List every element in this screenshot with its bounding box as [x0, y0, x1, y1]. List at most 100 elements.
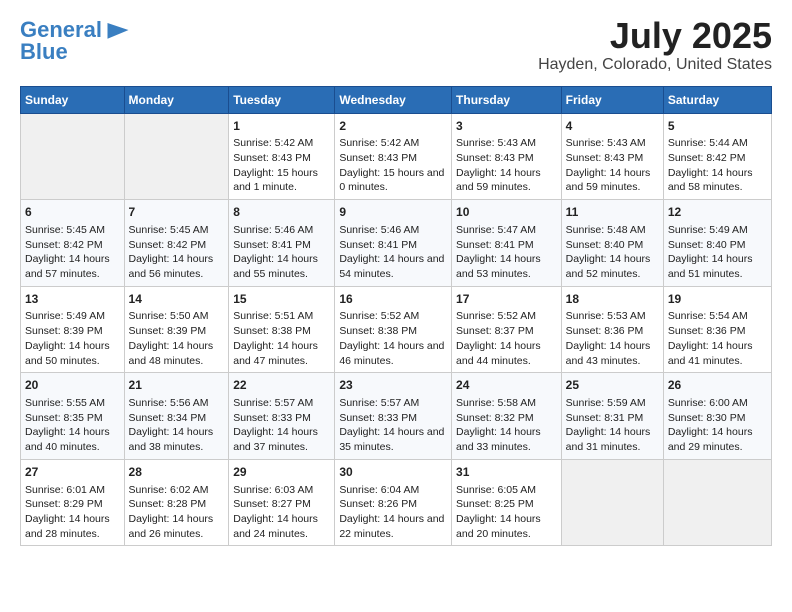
day-info: Sunrise: 5:49 AM Sunset: 8:39 PM Dayligh… [25, 309, 120, 368]
day-cell: 21Sunrise: 5:56 AM Sunset: 8:34 PM Dayli… [124, 373, 229, 460]
day-cell: 13Sunrise: 5:49 AM Sunset: 8:39 PM Dayli… [21, 286, 125, 373]
day-info: Sunrise: 5:47 AM Sunset: 8:41 PM Dayligh… [456, 223, 557, 282]
col-header-saturday: Saturday [663, 86, 771, 113]
day-cell [124, 113, 229, 200]
day-info: Sunrise: 5:55 AM Sunset: 8:35 PM Dayligh… [25, 396, 120, 455]
day-cell: 17Sunrise: 5:52 AM Sunset: 8:37 PM Dayli… [452, 286, 562, 373]
day-number: 7 [129, 204, 225, 221]
day-number: 25 [566, 377, 659, 394]
day-info: Sunrise: 6:01 AM Sunset: 8:29 PM Dayligh… [25, 483, 120, 542]
week-row-1: 1Sunrise: 5:42 AM Sunset: 8:43 PM Daylig… [21, 113, 772, 200]
day-info: Sunrise: 6:00 AM Sunset: 8:30 PM Dayligh… [668, 396, 767, 455]
day-number: 16 [339, 291, 447, 308]
day-info: Sunrise: 5:57 AM Sunset: 8:33 PM Dayligh… [233, 396, 330, 455]
day-number: 17 [456, 291, 557, 308]
logo-icon [104, 16, 132, 44]
calendar-table: SundayMondayTuesdayWednesdayThursdayFrid… [20, 86, 772, 547]
day-cell: 27 Sunrise: 6:01 AM Sunset: 8:29 PM Dayli… [21, 459, 125, 546]
day-info: Sunrise: 5:49 AM Sunset: 8:40 PM Dayligh… [668, 223, 767, 282]
day-cell: 3Sunrise: 5:43 AM Sunset: 8:43 PM Daylig… [452, 113, 562, 200]
day-number: 26 [668, 377, 767, 394]
week-row-5: 27 Sunrise: 6:01 AM Sunset: 8:29 PM Dayli… [21, 459, 772, 546]
day-number: 12 [668, 204, 767, 221]
day-info: Sunrise: 5:44 AM Sunset: 8:42 PM Dayligh… [668, 136, 767, 195]
day-cell: 31 Sunrise: 6:05 AM Sunset: 8:25 PM Dayli… [452, 459, 562, 546]
day-cell: 10 Sunrise: 5:47 AM Sunset: 8:41 PM Dayli… [452, 200, 562, 287]
day-number: 19 [668, 291, 767, 308]
day-info: Sunrise: 5:45 AM Sunset: 8:42 PM Dayligh… [25, 223, 120, 282]
logo-subtext: Blue [20, 40, 68, 64]
day-cell: 15Sunrise: 5:51 AM Sunset: 8:38 PM Dayli… [229, 286, 335, 373]
day-number: 22 [233, 377, 330, 394]
day-cell: 30 Sunrise: 6:04 AM Sunset: 8:26 PM Dayli… [335, 459, 452, 546]
day-number: 24 [456, 377, 557, 394]
page: General Blue July 2025 Hayden, Colorado,… [0, 0, 792, 612]
col-header-friday: Friday [561, 86, 663, 113]
day-cell: 7 Sunrise: 5:45 AM Sunset: 8:42 PM Daylig… [124, 200, 229, 287]
day-number: 14 [129, 291, 225, 308]
day-info: Sunrise: 5:46 AM Sunset: 8:41 PM Dayligh… [339, 223, 447, 282]
day-cell: 5Sunrise: 5:44 AM Sunset: 8:42 PM Daylig… [663, 113, 771, 200]
day-number: 15 [233, 291, 330, 308]
day-cell: 6Sunrise: 5:45 AM Sunset: 8:42 PM Daylig… [21, 200, 125, 287]
day-number: 27 [25, 464, 120, 481]
day-number: 4 [566, 118, 659, 135]
day-info: Sunrise: 5:42 AM Sunset: 8:43 PM Dayligh… [233, 136, 330, 195]
day-cell: 26 Sunrise: 6:00 AM Sunset: 8:30 PM Dayli… [663, 373, 771, 460]
day-number: 21 [129, 377, 225, 394]
day-cell: 16Sunrise: 5:52 AM Sunset: 8:38 PM Dayli… [335, 286, 452, 373]
day-cell: 1Sunrise: 5:42 AM Sunset: 8:43 PM Daylig… [229, 113, 335, 200]
day-cell: 24 Sunrise: 5:58 AM Sunset: 8:32 PM Dayli… [452, 373, 562, 460]
day-number: 1 [233, 118, 330, 135]
day-cell: 8 Sunrise: 5:46 AM Sunset: 8:41 PM Daylig… [229, 200, 335, 287]
day-number: 3 [456, 118, 557, 135]
day-cell: 12 Sunrise: 5:49 AM Sunset: 8:40 PM Dayli… [663, 200, 771, 287]
day-info: Sunrise: 5:48 AM Sunset: 8:40 PM Dayligh… [566, 223, 659, 282]
day-number: 10 [456, 204, 557, 221]
day-info: Sunrise: 5:50 AM Sunset: 8:39 PM Dayligh… [129, 309, 225, 368]
week-row-3: 13Sunrise: 5:49 AM Sunset: 8:39 PM Dayli… [21, 286, 772, 373]
day-cell: 9Sunrise: 5:46 AM Sunset: 8:41 PM Daylig… [335, 200, 452, 287]
col-header-sunday: Sunday [21, 86, 125, 113]
day-info: Sunrise: 5:43 AM Sunset: 8:43 PM Dayligh… [456, 136, 557, 195]
day-cell: 23Sunrise: 5:57 AM Sunset: 8:33 PM Dayli… [335, 373, 452, 460]
day-info: Sunrise: 5:42 AM Sunset: 8:43 PM Dayligh… [339, 136, 447, 195]
day-cell: 28 Sunrise: 6:02 AM Sunset: 8:28 PM Dayli… [124, 459, 229, 546]
day-info: Sunrise: 5:53 AM Sunset: 8:36 PM Dayligh… [566, 309, 659, 368]
day-number: 11 [566, 204, 659, 221]
day-info: Sunrise: 5:45 AM Sunset: 8:42 PM Dayligh… [129, 223, 225, 282]
day-info: Sunrise: 6:03 AM Sunset: 8:27 PM Dayligh… [233, 483, 330, 542]
col-header-wednesday: Wednesday [335, 86, 452, 113]
day-cell: 2Sunrise: 5:42 AM Sunset: 8:43 PM Daylig… [335, 113, 452, 200]
day-number: 31 [456, 464, 557, 481]
day-info: Sunrise: 5:54 AM Sunset: 8:36 PM Dayligh… [668, 309, 767, 368]
day-cell [663, 459, 771, 546]
week-row-2: 6Sunrise: 5:45 AM Sunset: 8:42 PM Daylig… [21, 200, 772, 287]
day-cell: 25Sunrise: 5:59 AM Sunset: 8:31 PM Dayli… [561, 373, 663, 460]
day-info: Sunrise: 5:57 AM Sunset: 8:33 PM Dayligh… [339, 396, 447, 455]
day-cell: 4Sunrise: 5:43 AM Sunset: 8:43 PM Daylig… [561, 113, 663, 200]
day-info: Sunrise: 5:52 AM Sunset: 8:38 PM Dayligh… [339, 309, 447, 368]
day-cell: 20 Sunrise: 5:55 AM Sunset: 8:35 PM Dayli… [21, 373, 125, 460]
day-number: 8 [233, 204, 330, 221]
day-cell: 19Sunrise: 5:54 AM Sunset: 8:36 PM Dayli… [663, 286, 771, 373]
day-info: Sunrise: 6:02 AM Sunset: 8:28 PM Dayligh… [129, 483, 225, 542]
day-info: Sunrise: 6:04 AM Sunset: 8:26 PM Dayligh… [339, 483, 447, 542]
day-info: Sunrise: 5:43 AM Sunset: 8:43 PM Dayligh… [566, 136, 659, 195]
week-row-4: 20 Sunrise: 5:55 AM Sunset: 8:35 PM Dayli… [21, 373, 772, 460]
day-info: Sunrise: 6:05 AM Sunset: 8:25 PM Dayligh… [456, 483, 557, 542]
day-number: 30 [339, 464, 447, 481]
day-cell: 14Sunrise: 5:50 AM Sunset: 8:39 PM Dayli… [124, 286, 229, 373]
day-number: 5 [668, 118, 767, 135]
day-info: Sunrise: 5:46 AM Sunset: 8:41 PM Dayligh… [233, 223, 330, 282]
day-number: 20 [25, 377, 120, 394]
day-number: 13 [25, 291, 120, 308]
day-info: Sunrise: 5:51 AM Sunset: 8:38 PM Dayligh… [233, 309, 330, 368]
title-block: July 2025 Hayden, Colorado, United State… [538, 16, 772, 74]
header: General Blue July 2025 Hayden, Colorado,… [20, 16, 772, 74]
day-cell: 18Sunrise: 5:53 AM Sunset: 8:36 PM Dayli… [561, 286, 663, 373]
day-info: Sunrise: 5:58 AM Sunset: 8:32 PM Dayligh… [456, 396, 557, 455]
day-number: 29 [233, 464, 330, 481]
day-cell [21, 113, 125, 200]
day-number: 28 [129, 464, 225, 481]
